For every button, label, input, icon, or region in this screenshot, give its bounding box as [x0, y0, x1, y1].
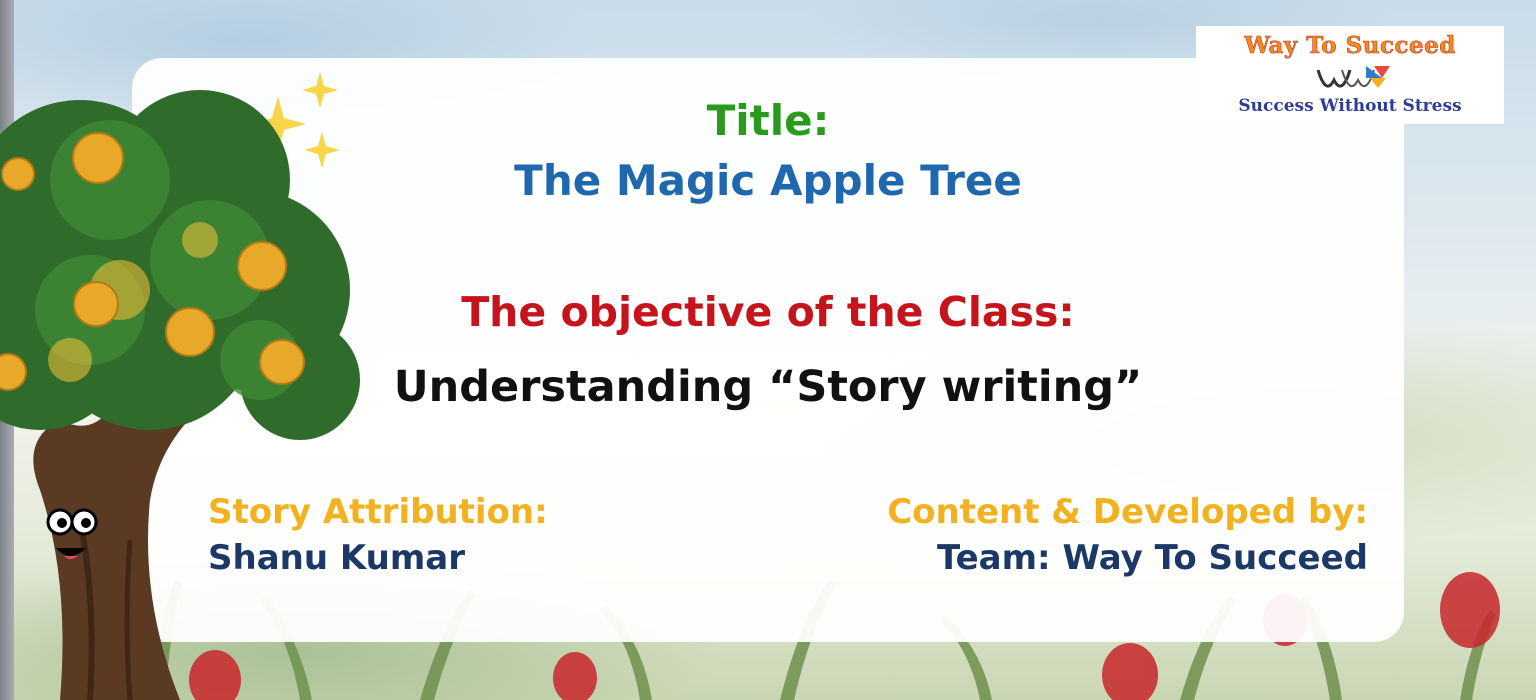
logo-mark-icon — [1316, 66, 1390, 88]
tulip-icon — [553, 652, 597, 700]
tulip-icon — [1102, 643, 1158, 700]
credit-label: Content & Developed by: — [887, 492, 1368, 532]
logo-tagline: Success Without Stress — [1238, 96, 1462, 116]
logo-title: Way To Succeed — [1244, 32, 1456, 60]
way-to-succeed-logo: Way To Succeed Success Without Stress — [1196, 26, 1504, 124]
credit-name: Team: Way To Succeed — [936, 538, 1368, 578]
tulip-icon — [1440, 572, 1500, 648]
apple-tree-icon — [0, 90, 360, 700]
